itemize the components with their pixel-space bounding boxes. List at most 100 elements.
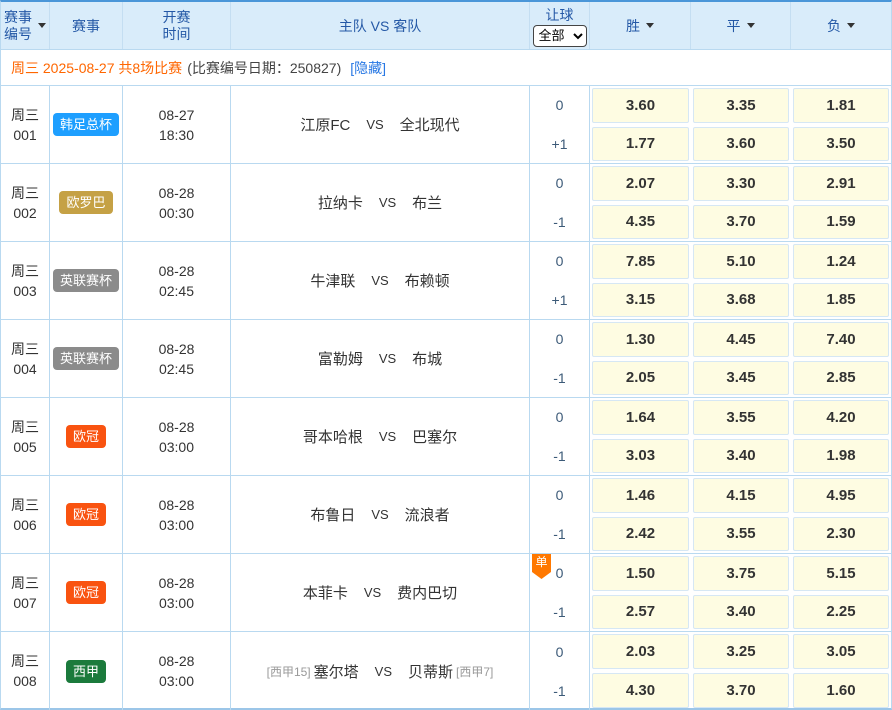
match-number: 004 [13,359,36,379]
odds-lose-line2[interactable]: 1.98 [793,439,889,474]
odds-lose-line1[interactable]: 3.05 [793,634,889,669]
competition-badge[interactable]: 韩足总杯 [53,113,119,136]
odds-lose-line2[interactable]: 3.50 [793,127,889,162]
odds-win-line1[interactable]: 7.85 [592,244,689,279]
odds-win-line2[interactable]: 1.77 [592,127,689,162]
competition-cell: 欧冠 [50,554,123,631]
odds-draw-line1[interactable]: 3.30 [693,166,789,201]
match-row: 周三 005 欧冠 08-28 03:00 哥本哈根 VS 巴塞尔 0 -1 1… [1,398,891,476]
odds-win-line1[interactable]: 1.64 [592,400,689,435]
odds-win-line1[interactable]: 3.60 [592,88,689,123]
odds-win-line2[interactable]: 4.35 [592,205,689,240]
odds-win-line1[interactable]: 2.07 [592,166,689,201]
odds-lose-line1[interactable]: 1.24 [793,244,889,279]
odds-lose-line2[interactable]: 1.59 [793,205,889,240]
odds-win-cell: 2.03 [590,632,691,671]
odds-win-line2[interactable]: 3.15 [592,283,689,318]
start-time-cell: 08-27 18:30 [123,86,231,163]
odds-lose-cell: 2.85 [791,359,891,398]
match-row: 周三 001 韩足总杯 08-27 18:30 江原FC VS 全北现代 0 +… [1,86,891,164]
away-team: 全北现代 [400,114,460,135]
odds-lose-line2[interactable]: 2.25 [793,595,889,630]
odds-draw-line1[interactable]: 3.35 [693,88,789,123]
odds-win-cell: 3.60 [590,86,691,125]
odds-draw-cell: 3.30 [691,164,791,203]
vs-label: VS [371,273,388,288]
odds-draw-line1[interactable]: 3.25 [693,634,789,669]
competition-cell: 欧冠 [50,398,123,475]
odds-draw-line1[interactable]: 4.15 [693,478,789,513]
odds-win-line2[interactable]: 2.05 [592,361,689,396]
competition-badge[interactable]: 欧罗巴 [59,191,112,214]
odds-win-line2[interactable]: 3.03 [592,439,689,474]
odds-lose-line2[interactable]: 2.30 [793,517,889,552]
away-team: 巴塞尔 [412,426,457,447]
odds-draw-line1[interactable]: 5.10 [693,244,789,279]
odds-win-line1[interactable]: 2.03 [592,634,689,669]
handicap-value: +1 [530,125,589,164]
match-row: 周三 007 欧冠 08-28 03:00 本菲卡 VS 费内巴切 单 0 -1… [1,554,891,632]
hide-link[interactable]: [隐藏] [350,58,386,78]
odds-lose-line2[interactable]: 1.60 [793,673,889,708]
away-team: 流浪者 [405,504,450,525]
away-team: 贝蒂斯 [408,661,453,682]
odds-draw-line2[interactable]: 3.40 [693,595,789,630]
competition-badge[interactable]: 英联赛杯 [53,269,119,292]
handicap-value: -1 [530,515,589,554]
odds-lose-cell: 7.40 [791,320,891,359]
odds-lose-line1[interactable]: 7.40 [793,322,889,357]
odds-lose-line2[interactable]: 1.85 [793,283,889,318]
away-team: 布赖顿 [405,270,450,291]
competition-badge[interactable]: 英联赛杯 [53,347,119,370]
competition-badge[interactable]: 欧冠 [66,503,106,526]
vs-label: VS [364,585,381,600]
weekday-label: 周三 [11,495,39,515]
odds-draw-line1[interactable]: 3.55 [693,400,789,435]
odds-lose-line2[interactable]: 2.85 [793,361,889,396]
match-date: 08-28 [159,417,195,437]
col-header-draw[interactable]: 平 [691,2,791,49]
odds-win-line2[interactable]: 2.42 [592,517,689,552]
odds-lose-cell: 2.30 [791,515,891,554]
odds-draw-line2[interactable]: 3.70 [693,205,789,240]
competition-cell: 英联赛杯 [50,242,123,319]
handicap-filter-select[interactable]: 全部 [533,25,587,47]
odds-draw-line1[interactable]: 4.45 [693,322,789,357]
odds-draw-cell: 3.68 [691,281,791,320]
odds-win-line2[interactable]: 2.57 [592,595,689,630]
odds-lose-line1[interactable]: 4.20 [793,400,889,435]
odds-lose-line1[interactable]: 1.81 [793,88,889,123]
odds-lose-line1[interactable]: 2.91 [793,166,889,201]
draw-header-label: 平 [727,16,741,36]
odds-win-line2[interactable]: 4.30 [592,673,689,708]
odds-draw-cell: 3.45 [691,359,791,398]
odds-draw-line1[interactable]: 3.75 [693,556,789,591]
match-time: 03:00 [159,671,194,691]
handicap-value: 0 [530,398,589,437]
odds-lose-line1[interactable]: 5.15 [793,556,889,591]
odds-win-line1[interactable]: 1.50 [592,556,689,591]
odds-draw-cell: 4.15 [691,476,791,515]
match-row: 周三 004 英联赛杯 08-28 02:45 富勒姆 VS 布城 0 -1 1… [1,320,891,398]
col-header-competition: 赛事 [50,2,123,49]
odds-draw-line2[interactable]: 3.70 [693,673,789,708]
vs-label: VS [379,429,396,444]
competition-badge[interactable]: 西甲 [66,660,106,683]
col-header-lose[interactable]: 负 [791,2,891,49]
odds-win-line1[interactable]: 1.46 [592,478,689,513]
col-header-match-number[interactable]: 赛事 编号 [1,2,50,49]
odds-win-line1[interactable]: 1.30 [592,322,689,357]
competition-badge[interactable]: 欧冠 [66,425,106,448]
odds-draw-cell: 3.70 [691,203,791,242]
col-header-win[interactable]: 胜 [590,2,691,49]
odds-draw-line2[interactable]: 3.45 [693,361,789,396]
odds-draw-line2[interactable]: 3.40 [693,439,789,474]
odds-draw-cell: 3.70 [691,671,791,710]
competition-badge[interactable]: 欧冠 [66,581,106,604]
odds-lose-line1[interactable]: 4.95 [793,478,889,513]
odds-draw-line2[interactable]: 3.68 [693,283,789,318]
start-time-cell: 08-28 03:00 [123,554,231,631]
odds-draw-line2[interactable]: 3.60 [693,127,789,162]
odds-draw-line2[interactable]: 3.55 [693,517,789,552]
start-time-cell: 08-28 03:00 [123,476,231,553]
